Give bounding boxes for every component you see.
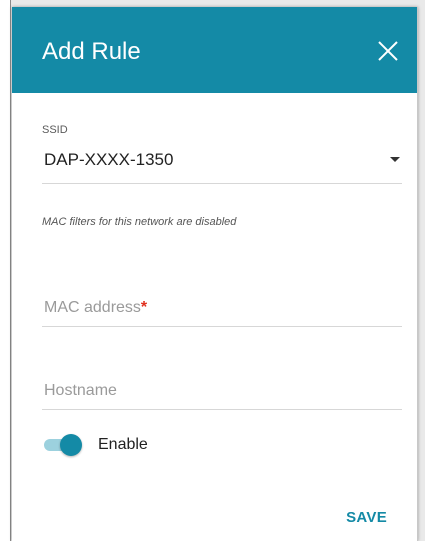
mac-address-field[interactable]: MAC address*	[42, 292, 402, 327]
close-icon[interactable]	[377, 40, 399, 62]
dialog-header: Add Rule	[12, 7, 417, 93]
ssid-select[interactable]: DAP-XXXX-1350	[42, 147, 402, 184]
ssid-label: SSID	[42, 124, 68, 136]
enable-toggle[interactable]	[44, 434, 82, 456]
add-rule-dialog: Add Rule SSID DAP-XXXX-1350 MAC filters …	[12, 7, 418, 541]
dialog-title: Add Rule	[42, 38, 141, 65]
ssid-value: DAP-XXXX-1350	[44, 150, 174, 169]
backdrop-edge	[0, 0, 11, 541]
hostname-input[interactable]	[42, 375, 402, 409]
toggle-knob	[60, 434, 82, 456]
save-button[interactable]: SAVE	[346, 509, 387, 526]
caret-down-icon	[390, 157, 400, 162]
enable-label: Enable	[98, 436, 148, 453]
hostname-field[interactable]: Hostname	[42, 375, 402, 410]
mac-address-input[interactable]	[42, 292, 402, 326]
mac-filter-hint: MAC filters for this network are disable…	[42, 216, 237, 228]
